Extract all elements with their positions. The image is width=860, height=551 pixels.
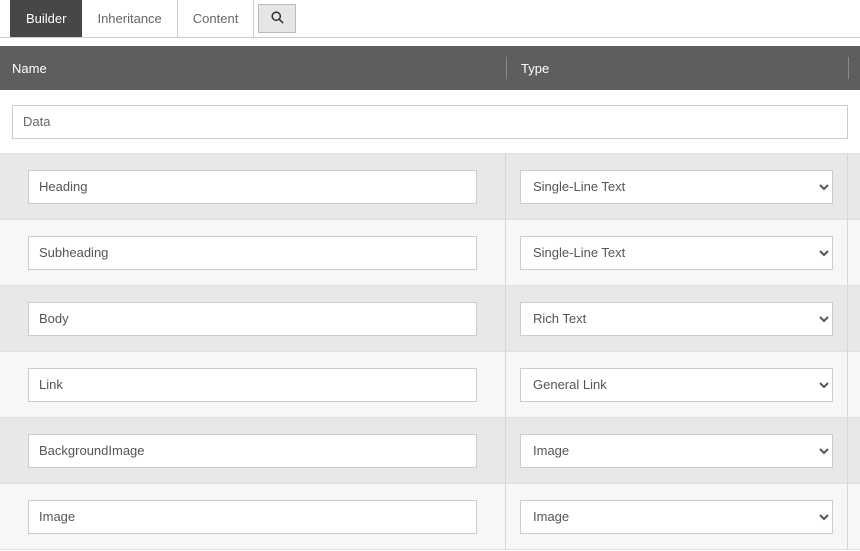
field-row: Single-Line TextRich TextGeneral LinkIma… bbox=[0, 286, 860, 352]
field-row: Single-Line TextRich TextGeneral LinkIma… bbox=[0, 220, 860, 286]
field-name-input[interactable] bbox=[28, 302, 477, 336]
field-end-cell bbox=[848, 418, 860, 483]
field-type-cell: Single-Line TextRich TextGeneral LinkIma… bbox=[506, 484, 848, 549]
search-icon bbox=[270, 10, 285, 28]
column-type-header: Type bbox=[506, 57, 848, 79]
field-row: Single-Line TextRich TextGeneral LinkIma… bbox=[0, 352, 860, 418]
field-type-select[interactable]: Single-Line TextRich TextGeneral LinkIma… bbox=[520, 434, 833, 468]
field-name-cell bbox=[0, 352, 506, 417]
field-type-cell: Single-Line TextRich TextGeneral LinkIma… bbox=[506, 418, 848, 483]
field-name-cell bbox=[0, 220, 506, 285]
tab-inheritance[interactable]: Inheritance bbox=[82, 0, 177, 37]
field-end-cell bbox=[848, 220, 860, 285]
field-row: Single-Line TextRich TextGeneral LinkIma… bbox=[0, 484, 860, 550]
field-name-cell bbox=[0, 154, 506, 219]
field-name-cell bbox=[0, 418, 506, 483]
field-type-cell: Single-Line TextRich TextGeneral LinkIma… bbox=[506, 286, 848, 351]
field-type-select[interactable]: Single-Line TextRich TextGeneral LinkIma… bbox=[520, 236, 833, 270]
field-type-cell: Single-Line TextRich TextGeneral LinkIma… bbox=[506, 154, 848, 219]
field-type-select[interactable]: Single-Line TextRich TextGeneral LinkIma… bbox=[520, 302, 833, 336]
field-end-cell bbox=[848, 154, 860, 219]
field-name-cell bbox=[0, 484, 506, 549]
field-type-cell: Single-Line TextRich TextGeneral LinkIma… bbox=[506, 220, 848, 285]
field-end-cell bbox=[848, 484, 860, 549]
section-row bbox=[0, 90, 860, 154]
field-row: Single-Line TextRich TextGeneral LinkIma… bbox=[0, 154, 860, 220]
field-type-cell: Single-Line TextRich TextGeneral LinkIma… bbox=[506, 352, 848, 417]
field-name-input[interactable] bbox=[28, 434, 477, 468]
tab-content[interactable]: Content bbox=[178, 0, 255, 37]
field-name-input[interactable] bbox=[28, 236, 477, 270]
search-button[interactable] bbox=[258, 4, 296, 33]
tab-builder[interactable]: Builder bbox=[10, 0, 82, 37]
field-row: Single-Line TextRich TextGeneral LinkIma… bbox=[0, 418, 860, 484]
field-type-select[interactable]: Single-Line TextRich TextGeneral LinkIma… bbox=[520, 500, 833, 534]
field-name-input[interactable] bbox=[28, 500, 477, 534]
column-header: Name Type bbox=[0, 46, 860, 90]
field-type-select[interactable]: Single-Line TextRich TextGeneral LinkIma… bbox=[520, 368, 833, 402]
field-name-input[interactable] bbox=[28, 170, 477, 204]
column-name-header: Name bbox=[0, 61, 506, 76]
field-type-select[interactable]: Single-Line TextRich TextGeneral LinkIma… bbox=[520, 170, 833, 204]
fields-list: Single-Line TextRich TextGeneral LinkIma… bbox=[0, 154, 860, 550]
field-name-input[interactable] bbox=[28, 368, 477, 402]
field-end-cell bbox=[848, 352, 860, 417]
tab-bar: Builder Inheritance Content bbox=[0, 0, 860, 38]
field-end-cell bbox=[848, 286, 860, 351]
column-end bbox=[848, 57, 860, 79]
field-name-cell bbox=[0, 286, 506, 351]
section-name-input[interactable] bbox=[12, 105, 848, 139]
